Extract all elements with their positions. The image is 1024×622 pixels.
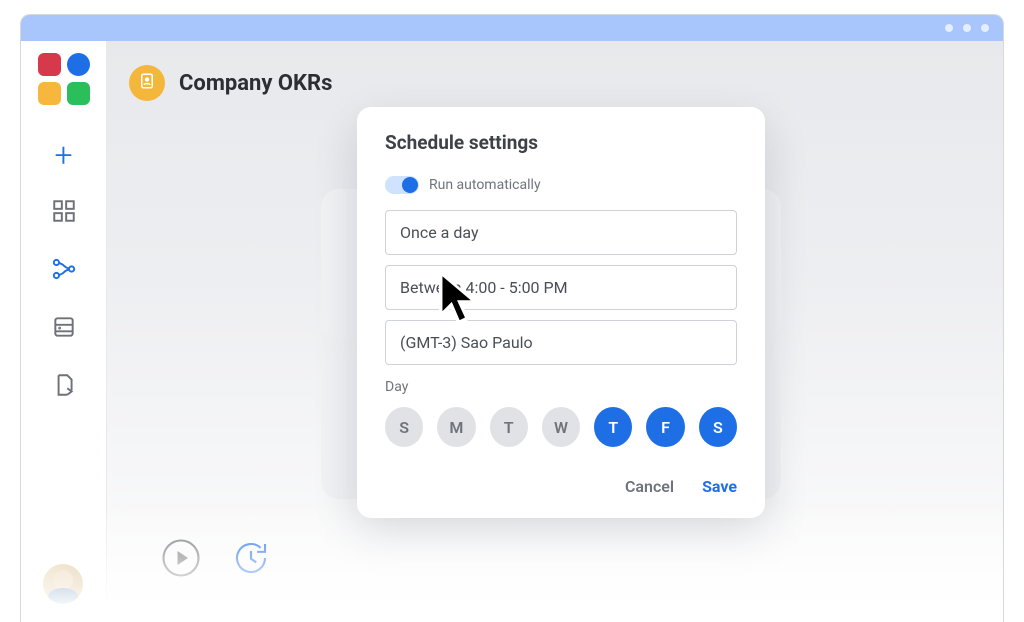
- page-export-icon: [51, 372, 77, 402]
- day-mon[interactable]: M: [437, 407, 475, 447]
- frequency-value: Once a day: [400, 223, 479, 242]
- nav-data[interactable]: [42, 307, 86, 351]
- run-button[interactable]: [157, 536, 205, 584]
- day-wed[interactable]: W: [542, 407, 580, 447]
- run-automatically-row: Run automatically: [385, 176, 737, 194]
- timezone-value: (GMT-3) Sao Paulo: [400, 333, 533, 352]
- time-window-value: Between 4:00 - 5:00 PM: [400, 278, 568, 297]
- timezone-select[interactable]: (GMT-3) Sao Paulo: [385, 320, 737, 365]
- day-tue[interactable]: T: [490, 407, 528, 447]
- nav-workflow[interactable]: [42, 249, 86, 293]
- day-thu[interactable]: T: [594, 407, 632, 447]
- grid-icon: [51, 198, 77, 228]
- schedule-button[interactable]: [227, 536, 275, 584]
- save-button[interactable]: Save: [702, 477, 737, 496]
- window-control-dot[interactable]: [945, 24, 953, 32]
- day-picker: S M T W T F S: [385, 407, 737, 447]
- day-sun[interactable]: S: [385, 407, 423, 447]
- window-control-dot[interactable]: [981, 24, 989, 32]
- day-fri[interactable]: F: [646, 407, 684, 447]
- page-header-badge: [129, 65, 165, 101]
- add-button[interactable]: +: [42, 133, 86, 177]
- frequency-select[interactable]: Once a day: [385, 210, 737, 255]
- database-icon: [51, 314, 77, 344]
- page-title: Company OKRs: [179, 71, 332, 96]
- run-actions: [157, 536, 275, 584]
- workspace: +: [21, 41, 1003, 622]
- run-automatically-toggle[interactable]: [385, 176, 419, 194]
- id-badge-icon: [138, 72, 156, 94]
- day-sat[interactable]: S: [699, 407, 737, 447]
- modal-title: Schedule settings: [385, 131, 737, 154]
- day-section-label: Day: [385, 379, 737, 395]
- window-titlebar: [21, 15, 1003, 41]
- clock-refresh-icon: [230, 537, 272, 583]
- nav-export[interactable]: [42, 365, 86, 409]
- window-control-dot[interactable]: [963, 24, 971, 32]
- app-window: +: [20, 14, 1004, 622]
- nav-dashboard[interactable]: [42, 191, 86, 235]
- time-window-select[interactable]: Between 4:00 - 5:00 PM: [385, 265, 737, 310]
- modal-actions: Cancel Save: [385, 477, 737, 496]
- app-logo[interactable]: [38, 53, 90, 105]
- play-icon: [160, 537, 202, 583]
- user-avatar[interactable]: [43, 564, 83, 604]
- cancel-button[interactable]: Cancel: [625, 477, 674, 496]
- left-rail: +: [21, 41, 107, 622]
- page-header: Company OKRs: [129, 65, 332, 101]
- run-automatically-label: Run automatically: [429, 177, 541, 193]
- schedule-settings-modal: Schedule settings Run automatically Once…: [357, 107, 765, 518]
- workflow-icon: [51, 256, 77, 286]
